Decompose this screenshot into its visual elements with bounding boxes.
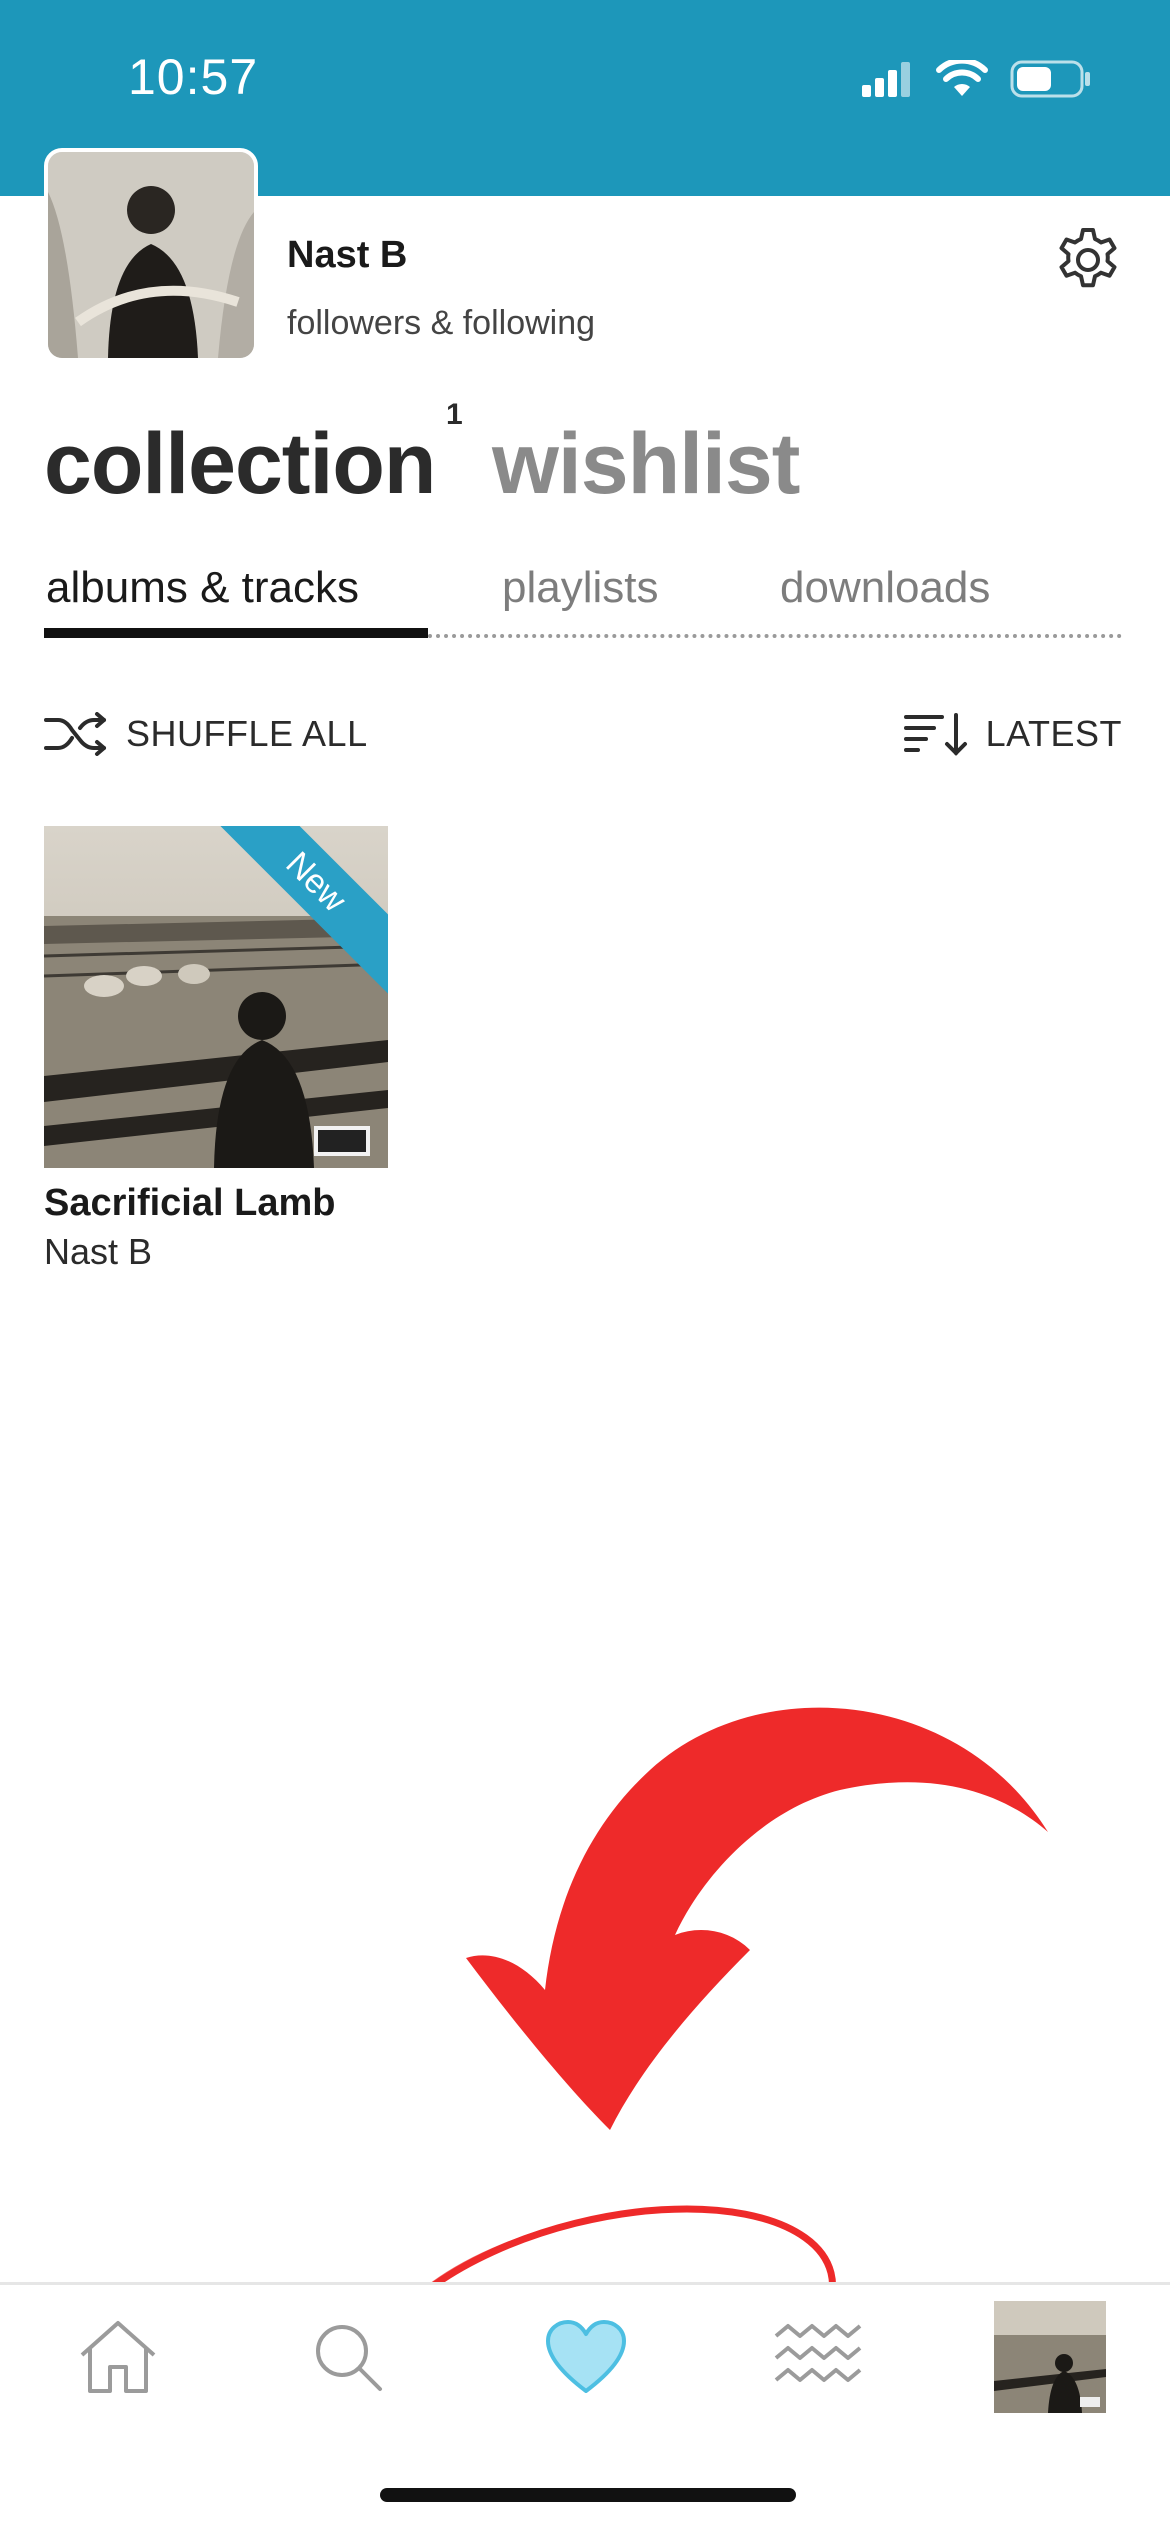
cellular-signal-icon [862, 62, 910, 97]
home-indicator [380, 2488, 796, 2502]
nav-search[interactable] [298, 2307, 398, 2407]
shuffle-icon [44, 712, 106, 756]
nav-collection[interactable] [536, 2307, 636, 2407]
album-artwork[interactable]: New [44, 826, 388, 1168]
now-playing-artwork [994, 2301, 1106, 2413]
sort-button[interactable]: LATEST [903, 704, 1122, 764]
profile-name[interactable]: Nast B [287, 234, 407, 277]
followers-following-link[interactable]: followers & following [287, 304, 595, 343]
tab-wishlist[interactable]: wishlist [492, 414, 800, 514]
search-icon [316, 2325, 382, 2391]
shuffle-all-label: SHUFFLE ALL [126, 713, 368, 754]
active-subtab-indicator [44, 628, 428, 638]
avatar-photo [48, 152, 254, 358]
subtab-albums-tracks[interactable]: albums & tracks [46, 560, 359, 616]
nav-feed[interactable] [770, 2307, 870, 2407]
subtab-downloads[interactable]: downloads [780, 560, 990, 616]
subtab-divider [428, 634, 1122, 638]
sort-label: LATEST [985, 713, 1122, 754]
gear-icon [1059, 228, 1117, 288]
annotation-arrow [466, 1707, 1048, 2130]
album-title[interactable]: Sacrificial Lamb [44, 1182, 388, 1225]
settings-button[interactable] [1052, 224, 1124, 296]
nav-home[interactable] [68, 2307, 168, 2407]
profile-avatar[interactable] [44, 148, 258, 362]
tab-collection[interactable]: collection [44, 414, 436, 514]
nav-now-playing-thumbnail[interactable] [994, 2301, 1106, 2413]
subtab-playlists[interactable]: playlists [502, 560, 659, 616]
status-icons [860, 56, 1092, 102]
album-card[interactable]: New Sacrificial Lamb Nast B [44, 826, 388, 1273]
waves-icon [774, 2324, 862, 2382]
shuffle-all-button[interactable]: SHUFFLE ALL [44, 704, 368, 764]
heart-icon [546, 2320, 626, 2393]
collection-count-badge: 1 [446, 398, 463, 431]
wifi-icon [936, 60, 988, 96]
status-time: 10:57 [128, 49, 259, 105]
sort-descending-icon [903, 713, 967, 756]
album-artist[interactable]: Nast B [44, 1231, 388, 1273]
home-icon [80, 2321, 156, 2393]
battery-icon [1010, 60, 1090, 98]
